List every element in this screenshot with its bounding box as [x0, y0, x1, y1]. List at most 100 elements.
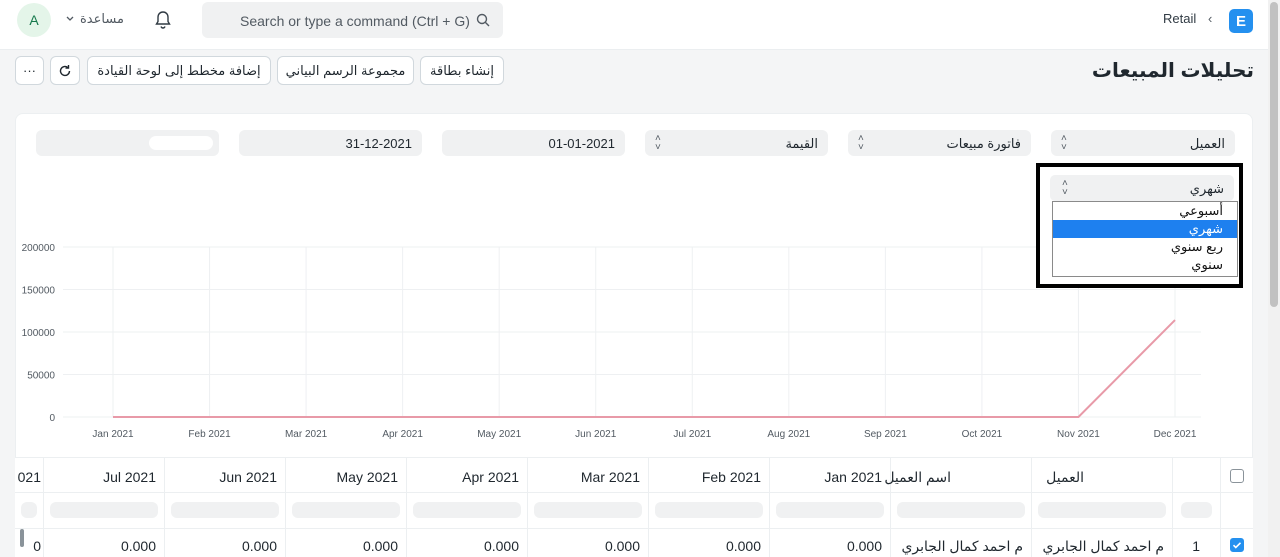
page-title: تحليلات المبيعات	[1091, 60, 1254, 82]
add-to-dashboard-button[interactable]: إضافة مخطط إلى لوحة القيادة	[87, 56, 271, 85]
app-logo[interactable]: E	[1229, 9, 1253, 33]
customer-column: العميل م احمد كمال الجابري	[1031, 458, 1172, 557]
header-may[interactable]: May 2021	[337, 469, 398, 485]
check-icon	[1232, 542, 1242, 549]
cell-apr: 0.000	[483, 538, 519, 554]
y-tick-label: 50000	[27, 371, 55, 382]
column-header: May 2021	[286, 458, 406, 493]
period-option-monthly[interactable]: شهري	[1053, 220, 1237, 238]
period-option-quarterly[interactable]: ربع سنوي	[1053, 238, 1237, 256]
doc-type-select[interactable]: فاتورة مبيعات ˄ ˅	[848, 130, 1031, 156]
skeleton-bar	[1181, 502, 1212, 518]
jul-column: Jul 2021 0.000	[43, 458, 164, 557]
header-feb[interactable]: Feb 2021	[702, 469, 761, 485]
more-menu-button[interactable]: ···	[15, 56, 44, 85]
skeleton-bar	[50, 502, 158, 518]
search-bar[interactable]: Search or type a command (Ctrl + G)	[202, 2, 503, 38]
header-jul[interactable]: Jul 2021	[103, 469, 156, 485]
x-tick-label: Sep 2021	[864, 429, 907, 440]
header-apr[interactable]: Apr 2021	[462, 469, 519, 485]
period-selected-value: شهري	[1189, 181, 1224, 196]
skeleton-bar	[413, 502, 521, 518]
x-tick-label: May 2021	[477, 429, 521, 440]
search-icon	[476, 13, 490, 27]
search-placeholder: Search or type a command (Ctrl + G)	[240, 13, 470, 29]
column-header: 021	[15, 458, 43, 493]
customer-name-column: اسم العميل م احمد كمال الجابري	[884, 458, 1031, 557]
scrollbar-thumb[interactable]	[1270, 2, 1278, 307]
header-mar[interactable]: Mar 2021	[581, 469, 640, 485]
y-tick-label: 100000	[22, 328, 56, 339]
cell-jul: 0.000	[120, 538, 156, 554]
column-header: Jul 2021	[44, 458, 164, 493]
skeleton-bar	[1038, 502, 1166, 518]
refresh-icon	[59, 64, 71, 76]
cell-feb: 0.000	[725, 538, 761, 554]
create-card-button[interactable]: إنشاء بطاقة	[420, 56, 504, 85]
row-checkbox[interactable]	[1230, 538, 1244, 552]
tree-type-select[interactable]: العميل ˄ ˅	[1051, 130, 1235, 156]
row-divider	[15, 528, 1253, 529]
column-header: اسم العميل	[884, 458, 1031, 493]
header-jun[interactable]: Jun 2021	[219, 469, 277, 485]
period-options-list: أسبوعي شهري ربع سنوي سنوي	[1052, 201, 1238, 277]
help-label: مساعدة	[80, 11, 124, 26]
x-tick-label: Aug 2021	[767, 429, 810, 440]
company-field[interactable]	[36, 130, 219, 156]
header-customer[interactable]: العميل	[1046, 469, 1084, 486]
horizontal-scroll-handle[interactable]	[20, 529, 24, 547]
cell-mar: 0.000	[604, 538, 640, 554]
cell-jun: 0.000	[241, 538, 277, 554]
to-date-field[interactable]: 31-12-2021	[239, 130, 422, 156]
skeleton-bar	[897, 502, 1025, 518]
mar-column: Mar 2021 0.000	[527, 458, 648, 557]
y-tick-label: 0	[49, 413, 55, 424]
x-tick-label: Oct 2021	[962, 429, 1003, 440]
period-select[interactable]: شهري ˄ ˅	[1050, 175, 1234, 201]
jun-column: Jun 2021 0.000	[164, 458, 285, 557]
column-header: Mar 2021	[528, 458, 648, 493]
x-tick-label: Mar 2021	[285, 429, 328, 440]
period-selector: شهري ˄ ˅ أسبوعي شهري ربع سنوي سنوي	[1036, 163, 1243, 288]
skeleton-bar	[171, 502, 279, 518]
select-all-checkbox[interactable]	[1230, 469, 1244, 483]
value-type-select[interactable]: القيمة ˄ ˅	[645, 130, 828, 156]
cell-customer: م احمد كمال الجابري	[1042, 538, 1164, 554]
x-tick-label: Feb 2021	[188, 429, 231, 440]
bell-icon[interactable]	[152, 9, 174, 31]
x-tick-label: Jun 2021	[575, 429, 617, 440]
x-tick-label: Apr 2021	[382, 429, 423, 440]
x-tick-label: Dec 2021	[1154, 429, 1197, 440]
value-type-value: القيمة	[785, 136, 818, 151]
breadcrumb[interactable]: Retail	[1163, 11, 1196, 26]
page-scrollbar[interactable]	[1268, 0, 1280, 557]
refresh-button[interactable]	[50, 56, 80, 85]
select-arrows-icon: ˄ ˅	[858, 133, 864, 153]
x-tick-label: Nov 2021	[1057, 429, 1100, 440]
column-header	[1221, 458, 1253, 493]
apr-column: Apr 2021 0.000	[406, 458, 527, 557]
header-customer-name[interactable]: اسم العميل	[884, 469, 951, 486]
avatar[interactable]: A	[17, 3, 51, 37]
y-tick-label: 150000	[22, 286, 56, 297]
report-table: 021 0 Jul 2021 0.000 Jun 2021 0.000 May …	[15, 457, 1253, 557]
to-date-value: 31-12-2021	[345, 136, 413, 151]
chart-group-button[interactable]: مجموعة الرسم البياني	[277, 56, 414, 85]
select-arrows-icon: ˄ ˅	[655, 133, 661, 153]
navbar: A مساعدة Search or type a command (Ctrl …	[0, 0, 1268, 50]
checkbox-column	[1220, 458, 1253, 557]
header-jan[interactable]: Jan 2021	[824, 469, 882, 485]
cell-may: 0.000	[362, 538, 398, 554]
may-column: May 2021 0.000	[285, 458, 406, 557]
period-option-yearly[interactable]: سنوي	[1053, 256, 1237, 274]
from-date-field[interactable]: 01-01-2021	[442, 130, 625, 156]
from-date-value: 01-01-2021	[548, 136, 616, 151]
x-tick-label: Jan 2021	[92, 429, 134, 440]
column-header: Jun 2021	[165, 458, 285, 493]
skeleton-bar	[776, 502, 884, 518]
skeleton-bar	[534, 502, 642, 518]
period-option-weekly[interactable]: أسبوعي	[1053, 202, 1237, 220]
chevron-down-icon	[66, 16, 74, 21]
doc-type-value: فاتورة مبيعات	[946, 136, 1022, 151]
help-dropdown[interactable]: مساعدة	[66, 11, 124, 27]
